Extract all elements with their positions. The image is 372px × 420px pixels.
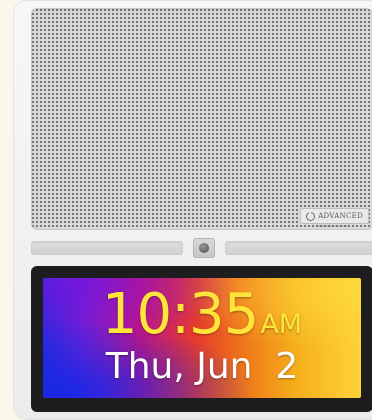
sensor-window [193, 238, 215, 258]
clock-date: Thu, Jun 2 [105, 346, 299, 387]
brand-logo: ADVANCED NETWORK DEVICES [300, 208, 369, 228]
display-screen: 10:35AM Thu, Jun 2 [43, 278, 361, 398]
clock-ampm: AM [260, 309, 303, 340]
trim-strip-right [225, 241, 372, 255]
brand-name: ADVANCED [318, 211, 363, 220]
clock-row: 10:35AM [43, 282, 361, 347]
sensor-lens-icon [199, 243, 209, 253]
display-bezel: 10:35AM Thu, Jun 2 [31, 266, 372, 412]
clock-time: 10:35 [101, 282, 259, 347]
brand-tagline: NETWORK DEVICES [318, 223, 348, 228]
speaker-grille: ADVANCED NETWORK DEVICES [31, 8, 372, 230]
trim-strip-left [31, 241, 183, 255]
advanced-logo-icon [306, 210, 316, 221]
clock-speaker-device: ADVANCED NETWORK DEVICES 10:35AM Thu, Ju… [13, 0, 372, 420]
